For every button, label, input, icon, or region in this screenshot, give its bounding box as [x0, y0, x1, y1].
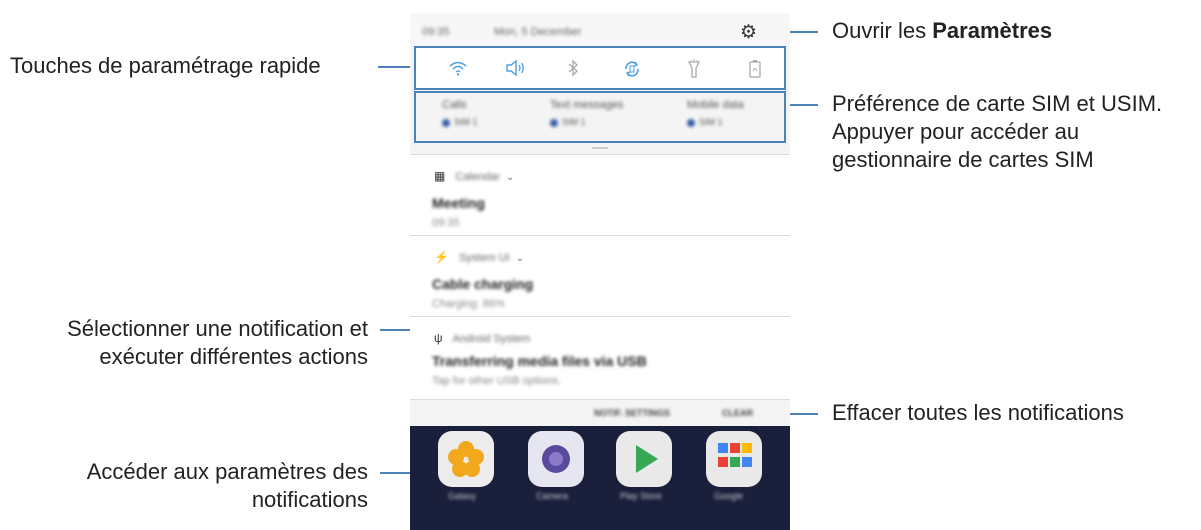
leader-sim	[786, 104, 818, 106]
notification-panel: 09:35 Mon, 5 December ⚙ Calls SIM 1 Text…	[410, 13, 790, 426]
notification-actions-bar: NOTIF. SETTINGS CLEAR	[410, 399, 790, 426]
play-store-icon[interactable]	[616, 431, 672, 487]
callout-quick-settings: Touches de paramétrage rapide	[10, 53, 321, 78]
sim-text-messages[interactable]: Text messages SIM 1	[550, 99, 623, 127]
leader-quick-settings	[378, 66, 412, 68]
chevron-down-icon[interactable]: ⌄	[506, 172, 514, 183]
charging-icon: ⚡	[434, 250, 449, 264]
usb-icon: ψ	[434, 331, 443, 345]
notification-card[interactable]: ▦ Calendar ⌄ Meeting 09:35	[410, 154, 790, 235]
drag-handle[interactable]	[592, 147, 608, 149]
bluetooth-icon[interactable]	[562, 59, 584, 79]
callout-settings: Ouvrir les Paramètres	[832, 18, 1053, 43]
wifi-icon[interactable]	[447, 59, 469, 79]
callout-clear-all: Effacer toutes les notifications	[832, 400, 1124, 425]
app-label: Camera	[536, 491, 569, 501]
status-time: 09:35	[422, 26, 450, 38]
callout-notification-settings: Accéder aux paramètres des notifications	[86, 459, 368, 512]
camera-icon[interactable]	[528, 431, 584, 487]
app-label: Galaxy	[448, 491, 477, 501]
leader-select-notification	[380, 329, 410, 331]
notification-settings-button[interactable]: NOTIF. SETTINGS	[594, 408, 670, 418]
notification-card[interactable]: ⚡ System UI ⌄ Cable charging Charging: 86%	[410, 235, 790, 316]
phone-screen: 09:35 Mon, 5 December ⚙ Calls SIM 1 Text…	[410, 13, 790, 530]
notification-card[interactable]: ψ Android System Transferring media files…	[410, 316, 790, 400]
status-date: Mon, 5 December	[494, 26, 582, 38]
clear-button[interactable]: CLEAR	[722, 408, 753, 418]
sim-calls[interactable]: Calls SIM 1	[442, 99, 478, 127]
power-saving-icon[interactable]	[744, 59, 766, 79]
quick-settings-panel	[414, 46, 786, 90]
app-label: Play Store	[620, 491, 662, 501]
calendar-icon: ▦	[434, 169, 446, 183]
auto-rotate-icon[interactable]	[621, 59, 643, 79]
sim-mobile-data[interactable]: Mobile data SIM 1	[687, 99, 744, 127]
chevron-down-icon[interactable]: ⌄	[516, 253, 524, 264]
flashlight-icon[interactable]	[683, 59, 705, 79]
callout-sim: Préférence de carte SIM et USIM. Appuyer…	[832, 91, 1163, 172]
sim-card-preferences[interactable]: Calls SIM 1 Text messages SIM 1 Mobile d…	[414, 91, 786, 143]
google-folder-icon[interactable]	[706, 431, 762, 487]
app-icon[interactable]	[438, 431, 494, 487]
callout-select-notification: Sélectionner une notification et exécute…	[67, 316, 368, 369]
sound-icon[interactable]	[504, 59, 526, 79]
app-label: Google	[714, 491, 744, 501]
gear-icon[interactable]: ⚙	[740, 21, 757, 44]
